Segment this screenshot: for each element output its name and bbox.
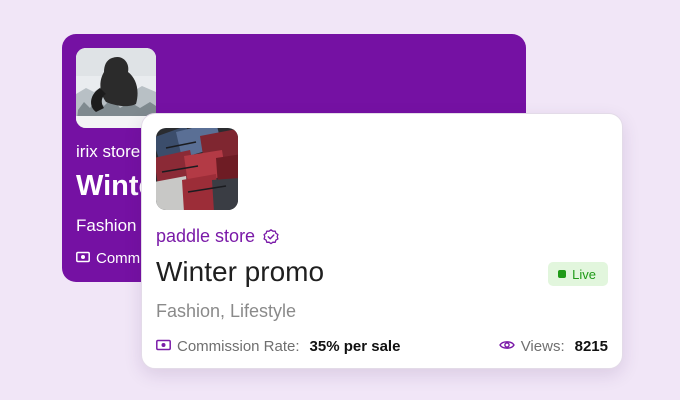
stats-row: Commission Rate: 35% per sale Views: 821…	[156, 338, 608, 355]
live-indicator-icon	[558, 270, 567, 278]
campaign-category: Fashion, Lifestyle	[156, 301, 297, 321]
commission-value: 35% per sale	[309, 338, 401, 355]
commission-label: Commission Rate:	[177, 338, 300, 355]
winter-photo-icon	[76, 48, 156, 128]
back-commission: Comm	[76, 250, 140, 267]
money-icon	[76, 250, 90, 267]
views-stat: Views: 8215	[498, 338, 608, 355]
commission-stat: Commission Rate: 35% per sale	[156, 338, 400, 355]
back-store-name: irix store	[76, 142, 141, 161]
status-badge-label: Live	[572, 266, 596, 282]
back-commission-label: Comm	[96, 250, 141, 267]
campaign-title: Winter promo	[156, 256, 325, 287]
back-category: Fashion	[76, 216, 137, 235]
verified-badge-icon	[263, 228, 279, 245]
status-badge: Live	[548, 262, 608, 286]
campaign-card[interactable]: paddle store Winter promo Live Fashion, …	[141, 113, 623, 369]
views-value: 8215	[574, 338, 608, 355]
views-label: Views:	[520, 338, 565, 355]
store-row: paddle store	[156, 226, 279, 247]
jackets-photo-icon	[156, 128, 238, 210]
money-icon	[156, 338, 171, 355]
page-background: irix store Winte Fashion Comm paddle sto…	[0, 0, 680, 400]
eye-icon	[498, 338, 515, 355]
store-name[interactable]: paddle store	[156, 226, 255, 247]
